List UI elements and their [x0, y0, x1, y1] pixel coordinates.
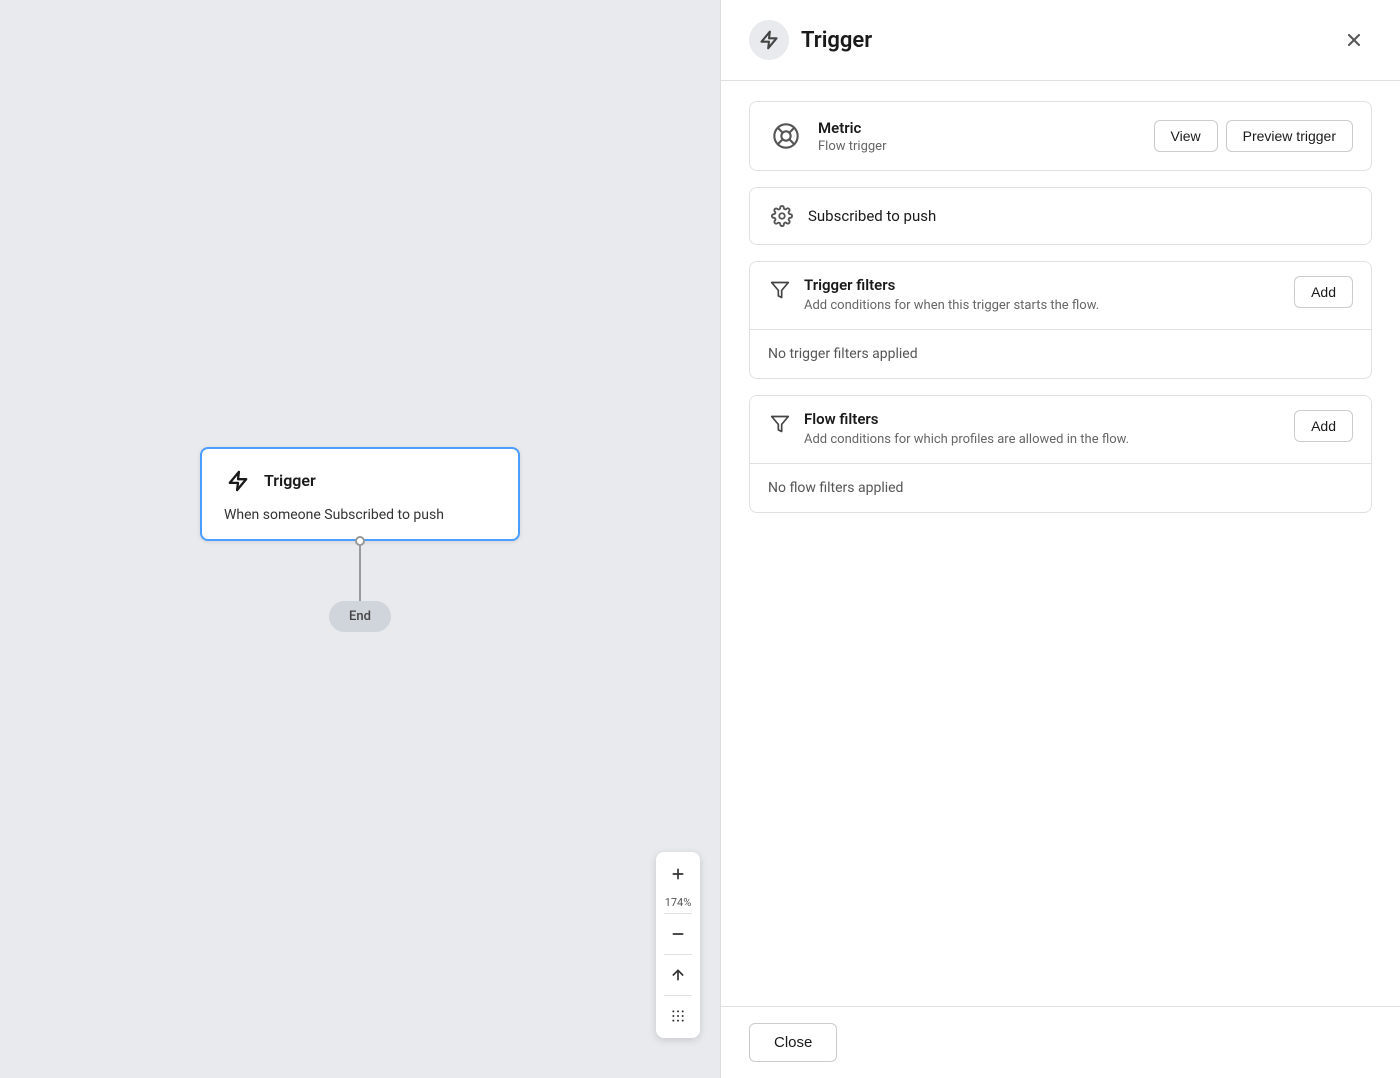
end-node: End — [329, 601, 391, 632]
trigger-node-title: Trigger — [264, 471, 316, 490]
trigger-node[interactable]: Trigger When someone Subscribed to push — [200, 447, 520, 541]
trigger-filters-text: Trigger filters Add conditions for when … — [804, 276, 1282, 315]
metric-subtitle: Flow trigger — [818, 139, 1140, 154]
grid-button[interactable] — [660, 998, 696, 1034]
right-panel: Trigger — [720, 0, 1400, 1078]
flow-filters-add-button[interactable]: Add — [1294, 410, 1353, 442]
trigger-filters-title: Trigger filters — [804, 276, 1282, 294]
subscribed-label: Subscribed to push — [808, 207, 936, 225]
panel-header: Trigger — [721, 0, 1400, 81]
metric-icon — [768, 118, 804, 154]
metric-title: Metric — [818, 119, 1140, 137]
connector-dot — [355, 536, 365, 546]
trigger-node-icon — [222, 465, 254, 497]
zoom-out-button[interactable] — [660, 916, 696, 952]
zoom-controls: 174% — [656, 852, 700, 1038]
panel-close-button[interactable] — [1336, 22, 1372, 58]
flow-filters-header: Flow filters Add conditions for which pr… — [750, 396, 1371, 463]
trigger-filters-empty-label: No trigger filters applied — [768, 346, 918, 362]
flow-filters-title: Flow filters — [804, 410, 1282, 428]
zoom-divider-3 — [664, 995, 692, 996]
flow-filters-section: Flow filters Add conditions for which pr… — [749, 395, 1372, 513]
zoom-divider-2 — [664, 954, 692, 955]
preview-trigger-button[interactable]: Preview trigger — [1226, 120, 1353, 152]
trigger-filter-icon — [768, 278, 792, 302]
close-panel-button[interactable]: Close — [749, 1023, 837, 1062]
canvas-area: Trigger When someone Subscribed to push … — [0, 0, 720, 1078]
metric-card-inner: Metric Flow trigger View Preview trigger — [768, 118, 1353, 154]
trigger-filters-add-button[interactable]: Add — [1294, 276, 1353, 308]
panel-title: Trigger — [801, 28, 872, 53]
panel-body: Metric Flow trigger View Preview trigger… — [721, 81, 1400, 1006]
canvas-content: Trigger When someone Subscribed to push … — [200, 447, 520, 632]
flow-filters-body: No flow filters applied — [750, 463, 1371, 512]
zoom-level: 174% — [665, 894, 692, 911]
flow-filter-icon — [768, 412, 792, 436]
trigger-node-subtitle: When someone Subscribed to push — [222, 507, 498, 523]
trigger-node-header: Trigger — [222, 465, 498, 497]
view-button[interactable]: View — [1154, 120, 1218, 152]
trigger-filters-body: No trigger filters applied — [750, 329, 1371, 378]
trigger-filters-description: Add conditions for when this trigger sta… — [804, 297, 1282, 315]
panel-header-left: Trigger — [749, 20, 872, 60]
metric-card: Metric Flow trigger View Preview trigger — [749, 101, 1372, 171]
zoom-divider — [664, 913, 692, 914]
panel-header-icon — [749, 20, 789, 60]
subscribed-card: Subscribed to push — [749, 187, 1372, 245]
connector-line — [359, 541, 361, 601]
trigger-filters-header: Trigger filters Add conditions for when … — [750, 262, 1371, 329]
flow-filters-empty-label: No flow filters applied — [768, 480, 903, 496]
metric-actions: View Preview trigger — [1154, 120, 1353, 152]
settings-icon — [768, 202, 796, 230]
zoom-fit-button[interactable] — [660, 957, 696, 993]
panel-footer: Close — [721, 1006, 1400, 1078]
flow-filters-text: Flow filters Add conditions for which pr… — [804, 410, 1282, 449]
metric-text: Metric Flow trigger — [818, 119, 1140, 154]
zoom-in-button[interactable] — [660, 856, 696, 892]
flow-filters-description: Add conditions for which profiles are al… — [804, 431, 1282, 449]
trigger-filters-section: Trigger filters Add conditions for when … — [749, 261, 1372, 379]
